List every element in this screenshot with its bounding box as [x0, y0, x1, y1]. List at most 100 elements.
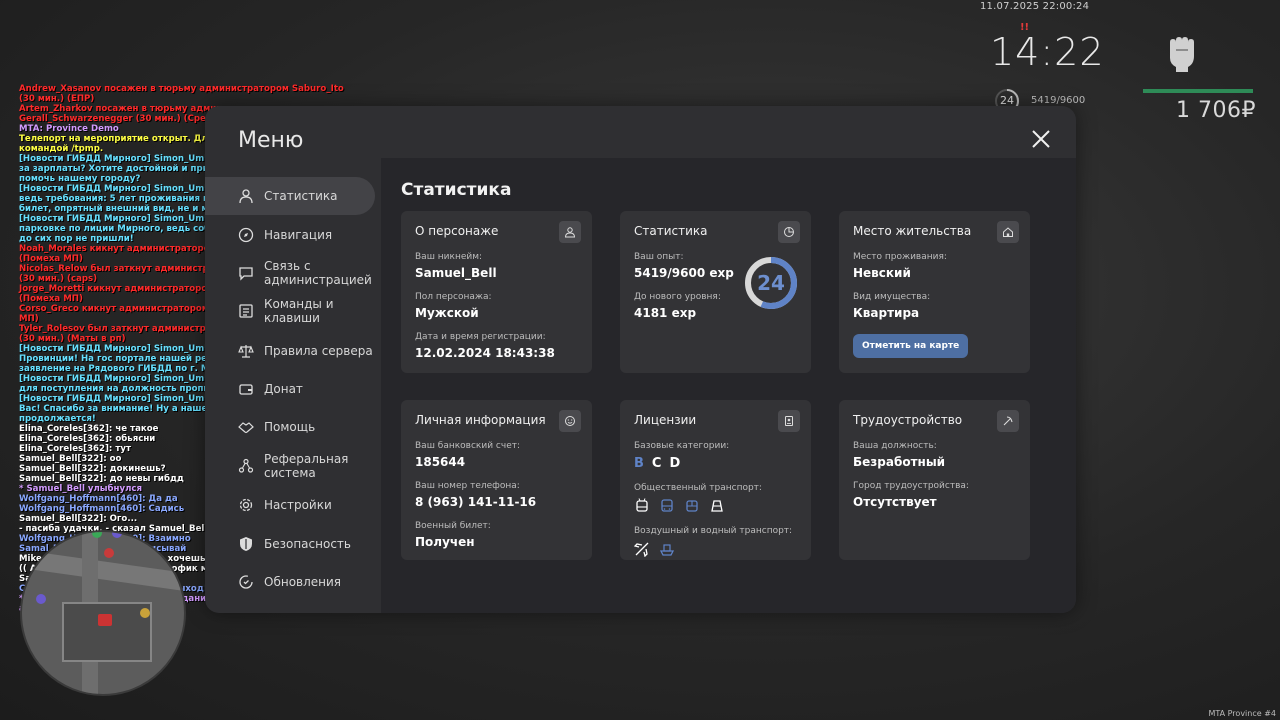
card-title: Лицензии: [634, 413, 697, 427]
menu-item-label: Безопасность: [264, 537, 351, 551]
menu-item-label: Обновления: [264, 575, 342, 589]
refresh-icon: [238, 574, 254, 590]
license-category-b: B: [634, 456, 644, 471]
menu-item-donate[interactable]: Донат: [205, 370, 381, 408]
field-label: Дата и время регистрации:: [415, 332, 546, 342]
menu-item-updates[interactable]: Обновления: [205, 563, 381, 601]
boat-icon: [659, 544, 675, 556]
menu-item-label: Навигация: [264, 228, 333, 242]
user-icon: [238, 188, 254, 204]
player-marker-icon: [98, 614, 112, 626]
menu-item-help[interactable]: Помощь: [205, 408, 381, 446]
field-label: Общественный транспорт:: [634, 483, 762, 493]
menu-item-label: Донат: [264, 382, 303, 396]
card-personal: Личная информация Ваш банковский счет: 1…: [401, 400, 592, 560]
hud-time: 14:22: [990, 30, 1105, 74]
id-card-icon: [778, 410, 800, 432]
menu-item-label: Статистика: [264, 189, 338, 203]
bus-icon: [661, 499, 673, 512]
hud-exp: 5419/9600: [1031, 95, 1086, 106]
footer-tag: MTA Province #4: [1208, 709, 1276, 718]
pie-chart-icon: [778, 221, 800, 243]
field-label: Ваш никнейм:: [415, 252, 483, 262]
menu-sidebar: Меню Статистика Навигация Связь с админи…: [205, 106, 381, 613]
field-label: Ваш банковский счет:: [415, 441, 521, 451]
residence-value: Невский: [853, 266, 911, 280]
gear-icon: [238, 497, 254, 513]
pickaxe-icon: [997, 410, 1019, 432]
field-label: Военный билет:: [415, 521, 491, 531]
menu-item-security[interactable]: Безопасность: [205, 525, 381, 563]
menu-item-label: Настройки: [264, 498, 332, 512]
home-icon: [997, 221, 1019, 243]
menu-title: Меню: [238, 128, 304, 153]
network-icon: [238, 458, 254, 474]
content-area: Статистика О персонаже Ваш никнейм: Samu…: [381, 158, 1076, 613]
menu-item-rules[interactable]: Правила сервера: [205, 332, 381, 370]
compass-icon: [238, 227, 254, 243]
field-label: Воздушный и водный транспорт:: [634, 526, 793, 536]
card-stats: Статистика Ваш опыт: 5419/9600 exp До но…: [620, 211, 811, 373]
job-position-value: Безработный: [853, 455, 946, 469]
card-licenses: Лицензии Базовые категории: B C D Общест…: [620, 400, 811, 560]
gender-value: Мужской: [415, 306, 479, 320]
close-icon: [1032, 130, 1050, 148]
property-value: Квартира: [853, 306, 920, 320]
license-category-d: D: [669, 456, 681, 471]
field-label: Город трудоустройства:: [853, 481, 969, 491]
level-value: 24: [757, 271, 785, 295]
card-persona: О персонаже Ваш никнейм: Samuel_Bell Пол…: [401, 211, 592, 373]
bank-account-value: 185644: [415, 455, 466, 469]
menu-item-statistics[interactable]: Статистика: [205, 177, 375, 215]
menu-item-label: Правила сервера: [264, 344, 373, 358]
hud-datetime: 11.07.2025 22:00:24: [980, 1, 1090, 12]
health-bar: [1143, 89, 1253, 93]
card-title: О персонаже: [415, 224, 499, 238]
chat-line: Andrew_Xasanov посажен в тюрьму админист…: [19, 84, 347, 104]
field-label: Место проживания:: [853, 252, 947, 262]
license-categories: B C D: [634, 456, 797, 471]
menu-item-label: Помощь: [264, 420, 316, 434]
phone-value: 8 (963) 141-11-16: [415, 495, 537, 509]
tram-icon: [686, 500, 698, 512]
menu-item-label: Реферальная система: [264, 452, 349, 480]
scales-icon: [238, 343, 254, 359]
menu-item-settings[interactable]: Настройки: [205, 486, 381, 524]
nickname-value: Samuel_Bell: [415, 266, 497, 280]
menu-item-commands[interactable]: Команды и клавиши: [205, 292, 381, 330]
military-ticket-value: Получен: [415, 535, 475, 549]
field-label: Ваш номер телефона:: [415, 481, 520, 491]
license-category-c: C: [651, 456, 662, 471]
field-label: Пол персонажа:: [415, 292, 492, 302]
field-label: Базовые категории:: [634, 441, 730, 451]
card-title: Статистика: [634, 224, 708, 238]
plane-icon: [634, 542, 649, 557]
shield-icon: [238, 536, 254, 552]
minimap-pin-icon: [92, 532, 102, 538]
field-label: Вид имущества:: [853, 292, 931, 302]
minimap-pin-icon: [104, 548, 114, 558]
metro-icon: [711, 500, 723, 512]
menu-item-admin-contact[interactable]: Связь с администрацией: [205, 254, 381, 292]
menu-panel: Меню Статистика Навигация Связь с админи…: [205, 106, 1076, 613]
minimap-building: [62, 602, 152, 662]
menu-item-label: Связь с администрацией: [264, 259, 372, 287]
chat-icon: [238, 265, 254, 281]
trolleybus-icon: [636, 498, 648, 512]
air-water-licenses: [634, 541, 797, 557]
registration-value: 12.02.2024 18:43:38: [415, 346, 555, 360]
mark-on-map-button[interactable]: Отметить на карте: [853, 334, 969, 358]
menu-item-referral[interactable]: Реферальная система: [205, 447, 381, 485]
card-title: Место жительства: [853, 224, 972, 238]
card-residence: Место жительства Место проживания: Невск…: [839, 211, 1030, 373]
minimap-pin-icon: [140, 608, 150, 618]
page-title: Статистика: [401, 180, 512, 200]
menu-item-navigation[interactable]: Навигация: [205, 216, 381, 254]
public-transport-licenses: [634, 498, 797, 514]
close-button[interactable]: [1030, 128, 1052, 150]
user-icon: [559, 221, 581, 243]
card-job: Трудоустройство Ваша должность: Безработ…: [839, 400, 1030, 560]
wallet-icon: [238, 381, 254, 397]
job-city-value: Отсутствует: [853, 495, 937, 509]
smile-icon: [559, 410, 581, 432]
